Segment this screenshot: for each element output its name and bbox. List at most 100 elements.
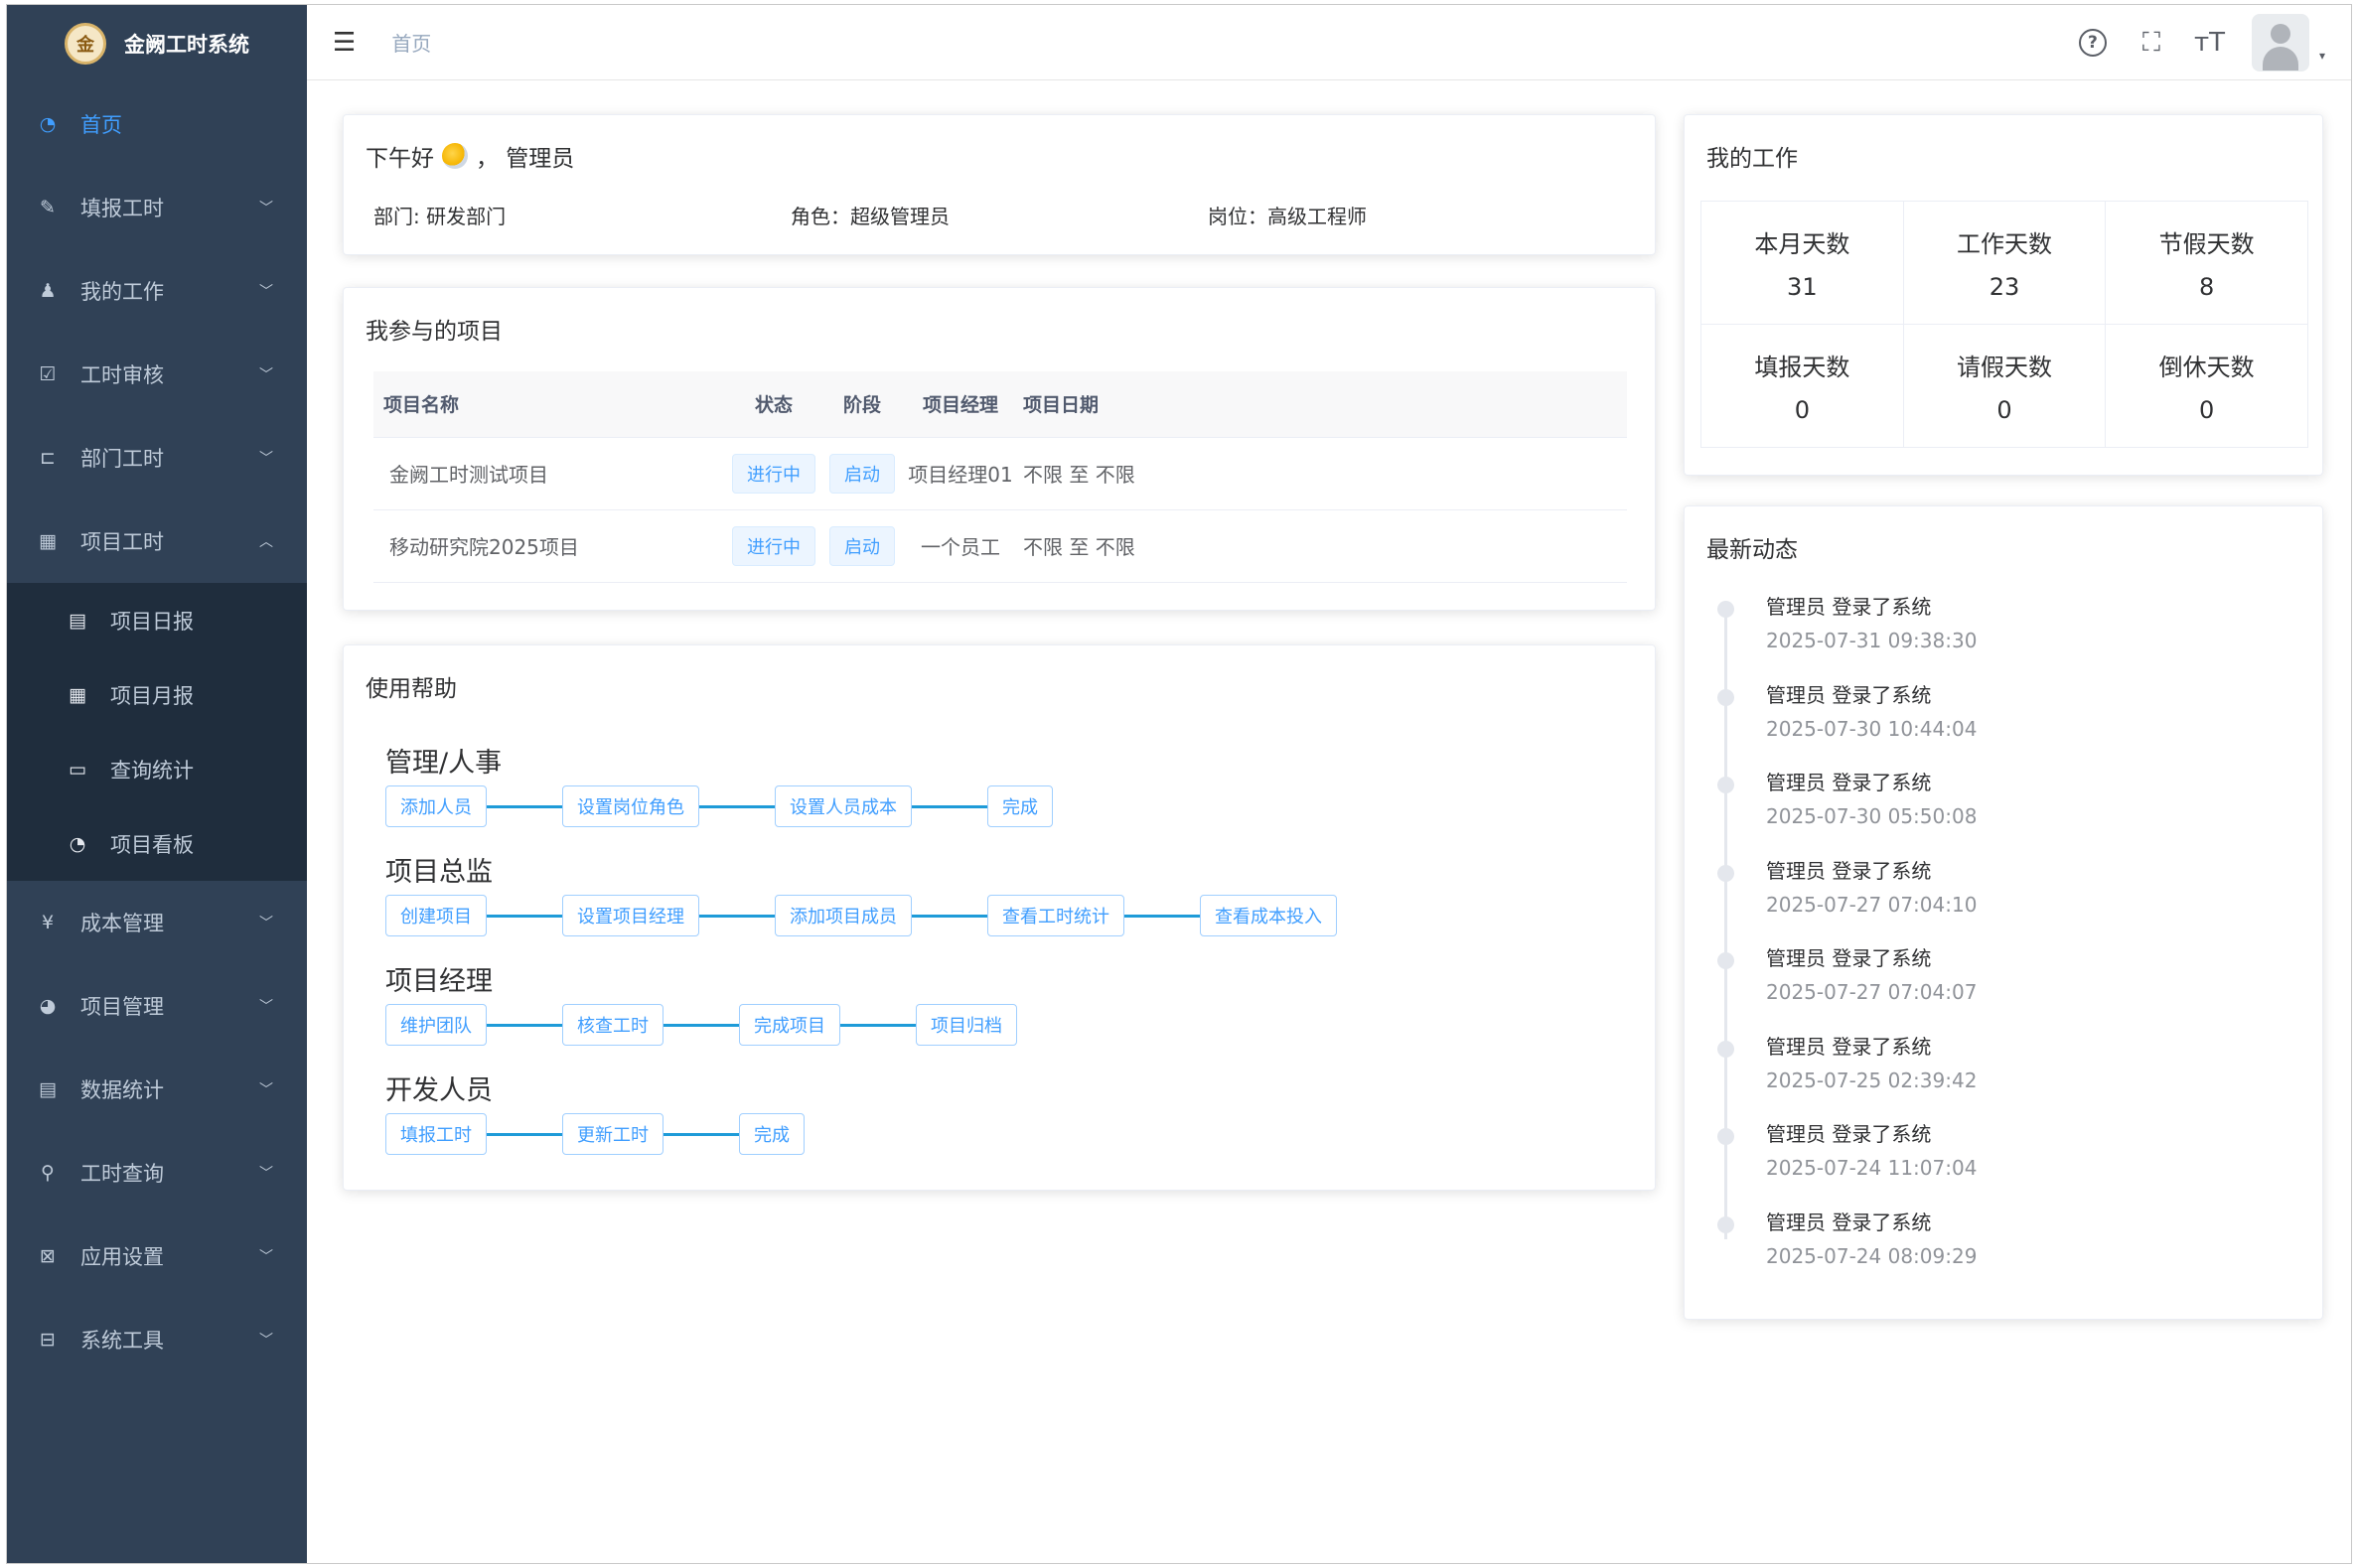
table-row[interactable]: 移动研究院2025项目 进行中 启动 一个员工 不限 至 不限 (373, 509, 1627, 583)
help-button[interactable]: ? (2078, 29, 2109, 57)
caret-down-icon[interactable]: ▾ (2319, 49, 2325, 63)
project-date: 不限 至 不限 (1013, 437, 1627, 510)
flow-step[interactable]: 设置人员成本 (775, 785, 912, 827)
hamburger-icon[interactable]: ☰ (333, 28, 356, 58)
sidebar-subitem-daily-report[interactable]: ▤ 项目日报 (7, 583, 307, 657)
stat-value: 23 (1989, 273, 2020, 301)
dashboard-icon: ◔ (39, 113, 57, 135)
sidebar-item-hours-query[interactable]: ⚲ 工时查询 ﹀ (7, 1131, 307, 1214)
flow-step[interactable]: 查看工时统计 (987, 895, 1124, 936)
stat-cell: 节假天数 8 (2105, 201, 2308, 325)
sidebar-item-dept-hours[interactable]: ⊏ 部门工时 ﹀ (7, 416, 307, 499)
sidebar-subitem-label: 项目日报 (110, 609, 194, 634)
sidebar-item-system-tools[interactable]: ⊟ 系统工具 ﹀ (7, 1298, 307, 1381)
flow-step[interactable]: 查看成本投入 (1200, 895, 1337, 936)
gauge-icon: ◔ (69, 832, 86, 855)
flow-step[interactable]: 添加人员 (385, 785, 487, 827)
status-badge: 进行中 (732, 453, 815, 494)
table-icon: ▦ (39, 530, 57, 552)
sidebar-item-cost-mgmt[interactable]: ¥ 成本管理 ﹀ (7, 881, 307, 964)
flow-step[interactable]: 添加项目成员 (775, 895, 912, 936)
flow-step[interactable]: 设置岗位角色 (562, 785, 699, 827)
chevron-down-icon: ﹀ (259, 284, 273, 300)
column-header: 项目名称 (373, 371, 731, 438)
sidebar-item-my-work[interactable]: ♟ 我的工作 ﹀ (7, 249, 307, 333)
sidebar-subitem-project-board[interactable]: ◔ 项目看板 (7, 806, 307, 881)
flow-steps: 维护团队 核查工时 完成项目 项目归档 (385, 1004, 1017, 1046)
sidebar-subitem-monthly-report[interactable]: ▦ 项目月报 (7, 657, 307, 732)
grid-icon: ▦ (69, 683, 86, 706)
activity-time: 2025-07-24 08:09:29 (1766, 1243, 1978, 1268)
stat-cell: 倒休天数 0 (2105, 324, 2308, 448)
sidebar-subitem-label: 项目看板 (110, 832, 194, 857)
timeline-item: 管理员 登录了系统 2025-07-31 09:38:30 (1714, 594, 1977, 682)
stat-cell: 本月天数 31 (1700, 201, 1904, 325)
activity-text: 管理员 登录了系统 (1766, 1034, 1932, 1059)
sidebar-item-home[interactable]: ◔ 首页 (7, 82, 307, 166)
table-row[interactable]: 金阙工时测试项目 进行中 启动 项目经理01 不限 至 不限 (373, 437, 1627, 510)
stage-cell: 启动 (816, 509, 908, 583)
timeline-item: 管理员 登录了系统 2025-07-24 11:07:04 (1714, 1121, 1977, 1210)
project-hours-submenu: ▤ 项目日报 ▦ 项目月报 ▭ 查询统计 ◔ 项目看板 (7, 583, 307, 881)
chevron-down-icon: ﹀ (259, 451, 273, 467)
stat-cell: 填报天数 0 (1700, 324, 1904, 448)
card-title: 使用帮助 (366, 676, 457, 702)
sidebar-item-label: 首页 (80, 113, 122, 137)
fullscreen-icon[interactable]: ⛶ (2137, 28, 2166, 59)
flow-step[interactable]: 项目归档 (916, 1004, 1017, 1046)
timeline-item: 管理员 登录了系统 2025-07-25 02:39:42 (1714, 1034, 1977, 1122)
timeline-item: 管理员 登录了系统 2025-07-27 07:04:10 (1714, 858, 1977, 946)
sidebar-item-app-settings[interactable]: ⊠ 应用设置 ﹀ (7, 1214, 307, 1298)
flow-step[interactable]: 完成项目 (739, 1004, 840, 1046)
sidebar-item-label: 填报工时 (80, 197, 164, 220)
flow-connector (912, 804, 987, 808)
latest-activity-card: 最新动态 管理员 登录了系统 2025-07-31 09:38:30 管理员 登录… (1684, 505, 2323, 1320)
timeline-dot (1717, 1215, 1734, 1233)
timeline-dot (1717, 952, 1734, 969)
timeline-dot (1717, 688, 1734, 706)
app-window: 金 金阙工时系统 ◔ 首页 ✎ 填报工时 ﹀ ♟ 我的工作 ﹀ ☑ 工时审核 ﹀ (6, 4, 2352, 1564)
column-header: 阶段 (816, 371, 908, 438)
sidebar-item-project-mgmt[interactable]: ◕ 项目管理 ﹀ (7, 964, 307, 1048)
flow-step[interactable]: 设置项目经理 (562, 895, 699, 936)
chevron-down-icon: ﹀ (259, 201, 273, 216)
sidebar: 金 金阙工时系统 ◔ 首页 ✎ 填报工时 ﹀ ♟ 我的工作 ﹀ ☑ 工时审核 ﹀ (7, 5, 307, 1563)
sidebar-item-label: 工时审核 (80, 363, 164, 387)
flow-step[interactable]: 填报工时 (385, 1113, 487, 1155)
sidebar-item-data-stats[interactable]: ▤ 数据统计 ﹀ (7, 1048, 307, 1131)
project-manager: 一个员工 (908, 509, 1013, 583)
sidebar-item-label: 系统工具 (80, 1329, 164, 1353)
stat-label: 工作天数 (1956, 230, 2052, 258)
sidebar-item-hours-review[interactable]: ☑ 工时审核 ﹀ (7, 333, 307, 416)
flow-connector (487, 804, 562, 808)
flow-step[interactable]: 完成 (739, 1113, 805, 1155)
logo-bar[interactable]: 金 金阙工时系统 (7, 5, 307, 82)
sidebar-item-label: 项目工时 (80, 530, 164, 554)
stat-value: 0 (1794, 396, 1810, 424)
checkbox-icon: ☑ (39, 363, 57, 385)
stat-label: 请假天数 (1956, 354, 2052, 381)
flow-step[interactable]: 创建项目 (385, 895, 487, 936)
breadcrumb: 首页 (391, 32, 432, 56)
flow-admin-hr: 管理/人事 添加人员 设置岗位角色 设置人员成本 完成 (385, 741, 1053, 827)
department-label: 部门: 研发部门 (373, 205, 507, 228)
edit-icon: ✎ (40, 197, 56, 218)
sidebar-subitem-query-stats[interactable]: ▭ 查询统计 (7, 732, 307, 806)
chevron-down-icon: ﹀ (259, 1333, 273, 1349)
flow-step[interactable]: 完成 (987, 785, 1053, 827)
sidebar-item-label: 我的工作 (80, 280, 164, 304)
usage-help-card: 使用帮助 管理/人事 添加人员 设置岗位角色 设置人员成本 完成 项目总监 创建… (343, 644, 1656, 1191)
globe-icon: ◕ (39, 995, 57, 1017)
flow-title: 开发人员 (385, 1075, 493, 1106)
flow-step[interactable]: 维护团队 (385, 1004, 487, 1046)
font-size-icon[interactable]: ᴛT (2194, 28, 2225, 58)
sidebar-item-fill-hours[interactable]: ✎ 填报工时 ﹀ (7, 166, 307, 249)
sidebar-item-project-hours[interactable]: ▦ 项目工时 ︿ (7, 499, 307, 583)
timeline-dot (1717, 1128, 1734, 1145)
timeline-dot (1717, 864, 1734, 882)
flow-step[interactable]: 核查工时 (562, 1004, 663, 1046)
flow-step[interactable]: 更新工时 (562, 1113, 663, 1155)
chevron-down-icon: ﹀ (259, 999, 273, 1015)
card-title: 我参与的项目 (366, 319, 503, 345)
avatar[interactable] (2251, 14, 2309, 71)
